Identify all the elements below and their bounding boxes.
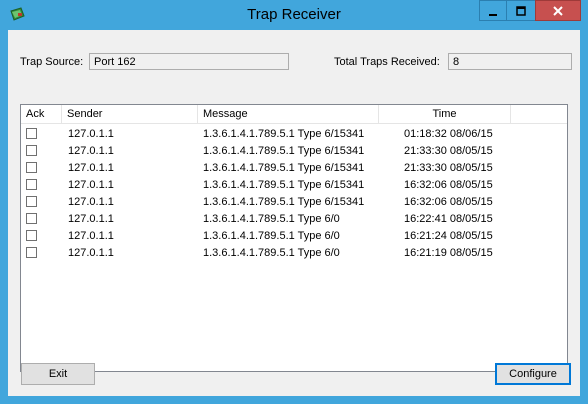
- ack-checkbox[interactable]: [26, 213, 37, 224]
- close-icon: [553, 5, 563, 16]
- table-row[interactable]: 127.0.1.1 1.3.6.1.4.1.789.5.1 Type 6/153…: [21, 194, 567, 211]
- message-cell: 1.3.6.1.4.1.789.5.1 Type 6/0: [203, 247, 340, 259]
- sender-cell: 127.0.1.1: [68, 145, 114, 157]
- time-cell: 16:21:19 08/05/15: [404, 247, 493, 259]
- table-row[interactable]: 127.0.1.1 1.3.6.1.4.1.789.5.1 Type 6/0 1…: [21, 245, 567, 262]
- sender-cell: 127.0.1.1: [68, 162, 114, 174]
- table-row[interactable]: 127.0.1.1 1.3.6.1.4.1.789.5.1 Type 6/0 1…: [21, 211, 567, 228]
- message-cell: 1.3.6.1.4.1.789.5.1 Type 6/15341: [203, 128, 365, 140]
- table-header: Ack Sender Message Time: [21, 105, 567, 124]
- configure-button[interactable]: Configure: [495, 363, 571, 385]
- sender-cell: 127.0.1.1: [68, 128, 114, 140]
- table-row[interactable]: 127.0.1.1 1.3.6.1.4.1.789.5.1 Type 6/153…: [21, 143, 567, 160]
- time-cell: 16:32:06 08/05/15: [404, 196, 493, 208]
- ack-checkbox[interactable]: [26, 196, 37, 207]
- trap-list[interactable]: Ack Sender Message Time 127.0.1.1 1.3.6.…: [20, 104, 568, 372]
- trap-receiver-window: Trap Receiver Trap Source: Port 162 Tota…: [0, 0, 588, 404]
- table-row[interactable]: 127.0.1.1 1.3.6.1.4.1.789.5.1 Type 6/0 1…: [21, 228, 567, 245]
- time-cell: 01:18:32 08/06/15: [404, 128, 493, 140]
- sender-cell: 127.0.1.1: [68, 179, 114, 191]
- maximize-button[interactable]: [506, 0, 536, 21]
- title-bar[interactable]: Trap Receiver: [0, 0, 588, 30]
- time-cell: 21:33:30 08/05/15: [404, 145, 493, 157]
- table-row[interactable]: 127.0.1.1 1.3.6.1.4.1.789.5.1 Type 6/153…: [21, 160, 567, 177]
- total-traps-label: Total Traps Received:: [334, 56, 440, 68]
- client-area: Trap Source: Port 162 Total Traps Receiv…: [8, 30, 580, 396]
- time-cell: 16:22:41 08/05/15: [404, 213, 493, 225]
- message-cell: 1.3.6.1.4.1.789.5.1 Type 6/0: [203, 213, 340, 225]
- message-cell: 1.3.6.1.4.1.789.5.1 Type 6/15341: [203, 145, 365, 157]
- table-row[interactable]: 127.0.1.1 1.3.6.1.4.1.789.5.1 Type 6/153…: [21, 177, 567, 194]
- close-button[interactable]: [535, 0, 581, 21]
- sender-cell: 127.0.1.1: [68, 230, 114, 242]
- sender-cell: 127.0.1.1: [68, 213, 114, 225]
- column-header-time[interactable]: Time: [379, 105, 511, 123]
- column-header-message[interactable]: Message: [198, 105, 379, 123]
- trap-source-field: Port 162: [89, 53, 289, 70]
- column-header-sender[interactable]: Sender: [62, 105, 198, 123]
- message-cell: 1.3.6.1.4.1.789.5.1 Type 6/15341: [203, 196, 365, 208]
- column-header-ack[interactable]: Ack: [21, 105, 62, 123]
- total-traps-field: 8: [448, 53, 572, 70]
- ack-checkbox[interactable]: [26, 179, 37, 190]
- ack-checkbox[interactable]: [26, 247, 37, 258]
- ack-checkbox[interactable]: [26, 145, 37, 156]
- table-row[interactable]: 127.0.1.1 1.3.6.1.4.1.789.5.1 Type 6/153…: [21, 126, 567, 143]
- exit-button[interactable]: Exit: [21, 363, 95, 385]
- minimize-icon: [489, 13, 497, 16]
- sender-cell: 127.0.1.1: [68, 196, 114, 208]
- message-cell: 1.3.6.1.4.1.789.5.1 Type 6/15341: [203, 162, 365, 174]
- message-cell: 1.3.6.1.4.1.789.5.1 Type 6/0: [203, 230, 340, 242]
- sender-cell: 127.0.1.1: [68, 247, 114, 259]
- minimize-button[interactable]: [479, 0, 507, 21]
- ack-checkbox[interactable]: [26, 128, 37, 139]
- ack-checkbox[interactable]: [26, 230, 37, 241]
- time-cell: 16:32:06 08/05/15: [404, 179, 493, 191]
- ack-checkbox[interactable]: [26, 162, 37, 173]
- trap-source-label: Trap Source:: [20, 56, 84, 68]
- maximize-icon: [516, 5, 526, 16]
- message-cell: 1.3.6.1.4.1.789.5.1 Type 6/15341: [203, 179, 365, 191]
- time-cell: 16:21:24 08/05/15: [404, 230, 493, 242]
- time-cell: 21:33:30 08/05/15: [404, 162, 493, 174]
